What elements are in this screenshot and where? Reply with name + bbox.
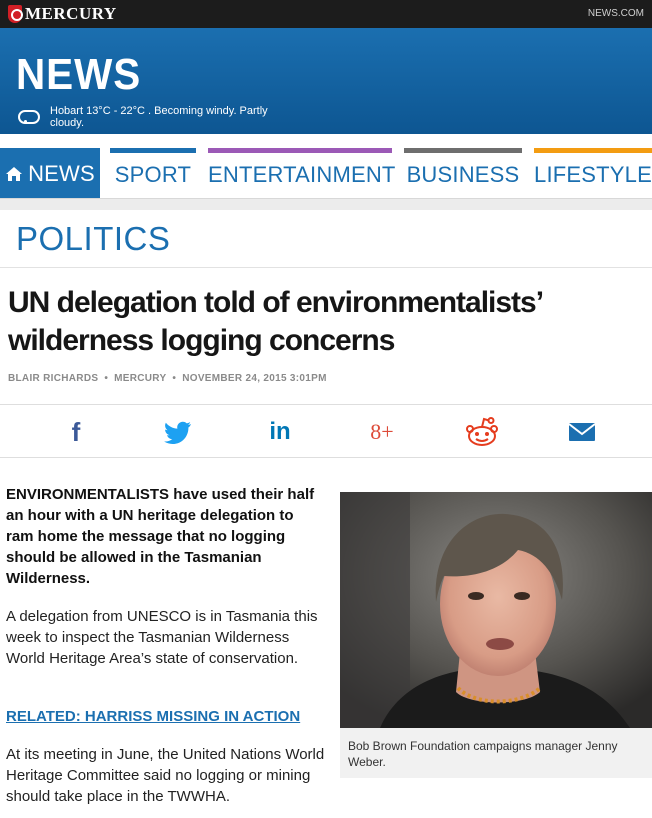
section-header: POLITICS [0, 210, 652, 268]
article-headline: UN delegation told of environmentalists’… [8, 286, 542, 357]
nav-tab-bar [534, 148, 652, 153]
nav-tab-label: LIFESTYLE [534, 162, 652, 187]
home-icon [6, 167, 23, 181]
lede-emphasis: ENVIRONMENTALISTS [6, 486, 170, 503]
weather-widget[interactable]: Hobart 13°C - 22°C . Becoming windy. Par… [18, 105, 270, 129]
section-title[interactable]: POLITICS [16, 220, 170, 258]
share-reddit-button[interactable] [462, 417, 502, 447]
share-email-button[interactable] [562, 417, 602, 447]
top-bar: MERCURY NEWS.COM [0, 0, 652, 28]
share-bar: f in 8+ [0, 404, 652, 458]
author-link[interactable]: BLAIR RICHARDS [8, 373, 98, 384]
source-name: MERCURY [114, 373, 167, 384]
portrait-image [340, 492, 652, 728]
google-plus-icon: 8+ [370, 419, 394, 444]
nav-tab-label: ENTERTAINMENT [208, 162, 396, 187]
related-article-link[interactable]: RELATED: HARRISS MISSING IN ACTION [6, 708, 326, 725]
nav-tab-label: SPORT [114, 162, 192, 187]
nav-tab-label: NEWS [28, 161, 95, 186]
news-com-link[interactable]: NEWS.COM [588, 8, 644, 19]
news-header: NEWS Hobart 13°C - 22°C . Becoming windy… [0, 28, 652, 134]
nav-tab-entertainment[interactable]: ENTERTAINMENT [208, 148, 396, 198]
nav-tab-bar [110, 148, 196, 153]
nav-tab-bar [0, 148, 100, 153]
nav-divider [0, 198, 652, 210]
share-facebook-button[interactable]: f [56, 417, 96, 447]
share-twitter-button[interactable] [158, 417, 198, 447]
byline-separator: • [104, 373, 109, 384]
article-paragraph: At its meeting in June, the United Natio… [6, 746, 325, 805]
photo-caption-box: Bob Brown Foundation campaigns manager J… [340, 728, 652, 778]
header-title[interactable]: NEWS [16, 50, 141, 100]
share-googleplus-button[interactable]: 8+ [362, 417, 402, 447]
photo-caption: Bob Brown Foundation campaigns manager J… [348, 739, 618, 769]
brand-name: MERCURY [25, 4, 117, 23]
email-icon [568, 423, 596, 441]
share-linkedin-button[interactable]: in [260, 417, 300, 447]
cloud-icon [18, 110, 40, 124]
article-paragraph: A delegation from UNESCO is in Tasmania … [6, 608, 318, 667]
nav-tab-bar [208, 148, 392, 153]
article-photo[interactable] [340, 492, 652, 728]
twitter-icon [164, 421, 191, 444]
nav-tab-lifestyle[interactable]: LIFESTYLE [534, 148, 652, 198]
linkedin-icon: in [269, 418, 291, 445]
publish-date: NOVEMBER 24, 2015 3:01PM [182, 373, 327, 384]
article-byline: BLAIR RICHARDS • MERCURY • NOVEMBER 24, 2015… [8, 373, 327, 384]
nav-tab-label: BUSINESS [406, 162, 520, 187]
reddit-icon [466, 417, 498, 446]
main-nav: NEWS SPORT ENTERTAINMENT BUSINESS LIFEST… [0, 148, 652, 198]
article-lede: ENVIRONMENTALISTS have used their half a… [6, 484, 324, 589]
byline-separator: • [172, 373, 177, 384]
facebook-icon: f [71, 417, 81, 447]
nav-tab-sport[interactable]: SPORT [110, 148, 196, 198]
nav-tab-business[interactable]: BUSINESS [404, 148, 522, 198]
mercury-shield-icon [8, 5, 23, 23]
nav-tab-news[interactable]: NEWS [0, 148, 100, 198]
weather-text: Hobart 13°C - 22°C . Becoming windy. Par… [50, 105, 268, 129]
nav-tab-bar [404, 148, 522, 153]
mercury-logo[interactable]: MERCURY [8, 4, 117, 24]
